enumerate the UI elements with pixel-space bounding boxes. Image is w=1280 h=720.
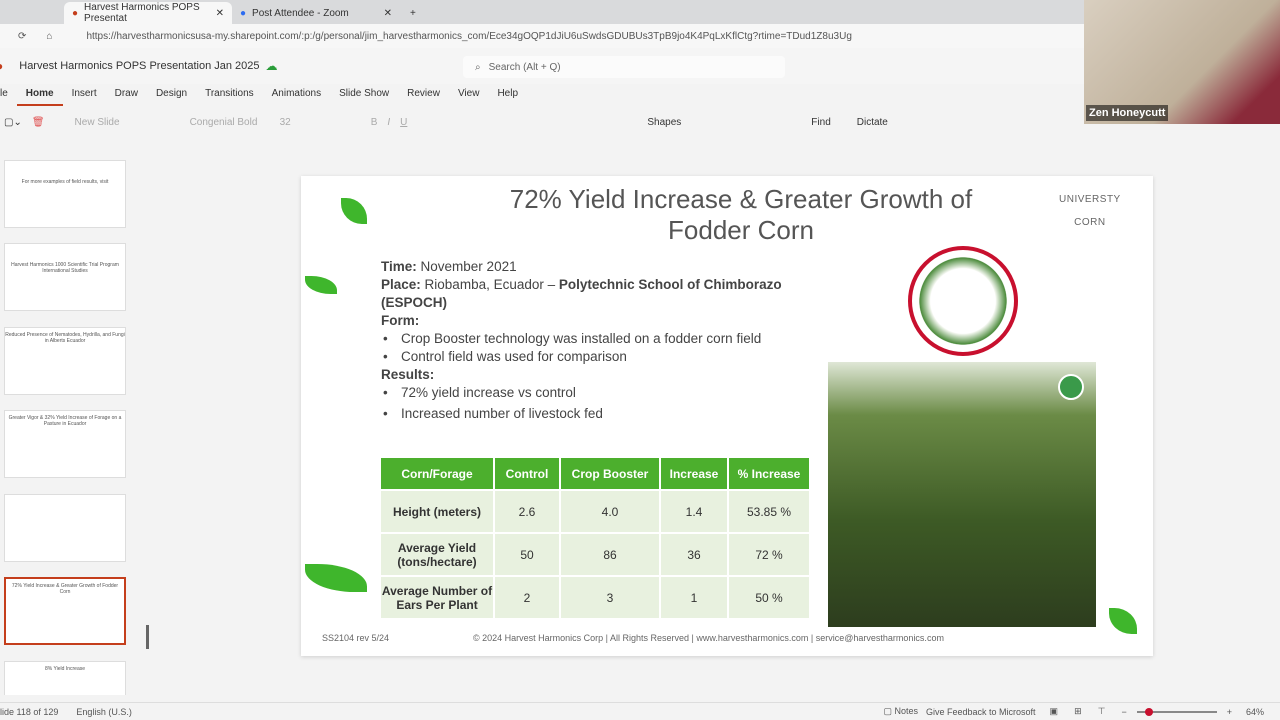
table-header: Control [493,456,561,491]
tab-file[interactable]: le [0,84,17,106]
ribbon-tabs: le Home Insert Draw Design Transitions A… [0,84,527,106]
tab-zoom[interactable]: ● Post Attendee - Zoom ✕ [232,2,400,24]
zoom-icon: ● [240,7,247,19]
tab-animations[interactable]: Animations [263,84,330,106]
paste-icon[interactable]: ▢⌄ [4,117,22,128]
leaf-decoration [1109,608,1137,634]
thumbnail-slide-selected[interactable]: 72% Yield Increase & Greater Growth of F… [4,577,126,645]
italic-button[interactable]: I [387,117,390,128]
table-header: Crop Booster [559,456,661,491]
slide-sorter-icon[interactable]: ⊞ [1074,706,1082,717]
harvest-badge-icon [1058,374,1084,400]
thumbnail-slide[interactable] [4,494,126,562]
tab-review[interactable]: Review [398,84,449,106]
thumbnail-slide[interactable]: Reduced Presence of Nematodes, Hydrilla,… [4,327,126,395]
slide-thumbnails[interactable]: For more examples of field results, visi… [0,140,150,695]
zoom-video-feed: Zen Honeycutt [1084,0,1280,124]
home-icon[interactable]: ⌂ [46,31,52,42]
thumbnail-slide[interactable]: Greater Vigor & 32% Yield Increase of Fo… [4,410,126,478]
table-header: % Increase [727,456,811,491]
leaf-decoration [305,564,367,592]
search-icon: ⌕ [475,61,481,73]
tab-insert[interactable]: Insert [63,84,106,106]
reading-view-icon[interactable]: ⊤ [1098,706,1106,717]
search-input[interactable]: ⌕ Search (Alt + Q) [463,56,785,78]
dictate-button[interactable]: Dictate [857,117,888,128]
table-row: Average Number of Ears Per Plant 2 3 1 50 % [379,575,811,620]
zoom-out-button[interactable]: − [1121,707,1126,717]
espoch-seal-logo [908,246,1018,356]
document-title[interactable]: Harvest Harmonics POPS Presentation Jan … [19,60,259,72]
underline-button[interactable]: U [400,117,407,128]
shapes-button[interactable]: Shapes [647,117,681,128]
feedback-link[interactable]: Give Feedback to Microsoft [926,707,1036,717]
close-icon[interactable]: ✕ [384,8,392,19]
zoom-slider[interactable] [1136,707,1217,716]
status-bar: lide 118 of 129 English (U.S.) ▢ Notes G… [0,702,1280,720]
footer-code: SS2104 rev 5/24 [322,633,390,643]
tab-draw[interactable]: Draw [106,84,147,106]
results-table: Corn/Forage Control Crop Booster Increas… [379,456,811,620]
leaf-decoration [341,198,367,224]
tab-transitions[interactable]: Transitions [196,84,263,106]
tab-help[interactable]: Help [488,84,527,106]
delete-icon[interactable]: 🗑 [32,117,45,128]
slide-tags: UNIVERSTY CORN [1059,194,1121,228]
new-tab-button[interactable]: + [402,2,424,24]
bold-button[interactable]: B [371,117,378,128]
font-size-select[interactable]: 32 [280,117,291,128]
zoom-level[interactable]: 64% [1246,707,1264,717]
zoom-slider-thumb[interactable] [1144,707,1153,716]
font-select[interactable]: Congenial Bold [190,117,270,128]
new-slide-button[interactable]: New Slide [75,117,120,128]
tab-slide-show[interactable]: Slide Show [330,84,398,106]
participant-name: Zen Honeycutt [1086,105,1169,121]
url-field[interactable]: https://harvestharmonicsusa-my.sharepoin… [86,31,851,42]
tab-powerpoint[interactable]: ● Harvest Harmonics POPS Presentat ✕ [64,2,232,24]
leaf-decoration [305,276,337,294]
thumbnail-slide[interactable]: Harvest Harmonics 1000 Scientific Trial … [4,243,126,311]
table-row: Height (meters) 2.6 4.0 1.4 53.85 % [379,489,811,534]
corn-field-photo [828,362,1096,627]
footer-copyright: © 2024 Harvest Harmonics Corp | All Righ… [473,633,944,643]
slide-title: 72% Yield Increase & Greater Growth of F… [509,184,973,245]
thumbnail-scrollbar[interactable] [146,625,149,649]
thumbnail-slide[interactable]: 8% Yield Increase [4,661,126,695]
find-button[interactable]: Find [811,117,830,128]
tab-home[interactable]: Home [16,84,63,106]
normal-view-icon[interactable]: ▣ [1050,706,1059,717]
slide-body: Time: November 2021 Place: Riobamba, Ecu… [381,258,821,423]
table-header: Increase [659,456,729,491]
tab-view[interactable]: View [449,84,489,106]
slide-canvas[interactable]: 72% Yield Increase & Greater Growth of F… [301,176,1153,656]
table-row: Average Yield (tons/hectare) 50 86 36 72 % [379,532,811,577]
notes-button[interactable]: ▢ Notes [883,706,918,717]
refresh-icon[interactable]: ⟳ [18,31,26,42]
thumbnail-slide[interactable]: For more examples of field results, visi… [4,160,126,228]
zoom-in-button[interactable]: + [1227,707,1232,717]
powerpoint-logo: ● [0,59,3,73]
table-header: Corn/Forage [379,456,495,491]
powerpoint-icon: ● [72,7,79,19]
tab-design[interactable]: Design [147,84,196,106]
cloud-saved-icon: ☁ [265,59,278,73]
close-icon[interactable]: ✕ [216,8,224,19]
